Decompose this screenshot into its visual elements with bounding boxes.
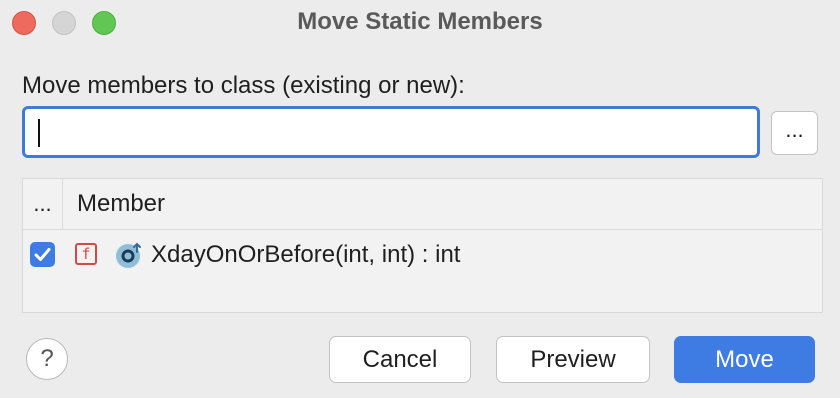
select-column-header[interactable]: ... <box>23 179 63 229</box>
final-icon: f <box>75 243 97 265</box>
dialog-title: Move Static Members <box>297 8 543 35</box>
browse-button[interactable]: ... <box>771 111 818 155</box>
help-button[interactable]: ? <box>26 338 68 380</box>
text-caret <box>38 119 40 147</box>
member-column-header[interactable]: Member <box>77 179 165 229</box>
target-class-input[interactable] <box>35 113 749 153</box>
table-header: ... Member <box>23 179 822 230</box>
static-method-icon <box>116 242 141 268</box>
member-signature: XdayOnOrBefore(int, int) : int <box>151 241 461 268</box>
target-class-label: Move members to class (existing or new): <box>22 72 465 99</box>
table-row[interactable]: f XdayOnOrBefore(int, int) : int <box>23 230 822 280</box>
members-table: ... Member f XdayOnOrBefore(int, int) : … <box>22 178 823 313</box>
cancel-button[interactable]: Cancel <box>329 336 471 383</box>
member-checkbox[interactable] <box>30 242 55 267</box>
move-button[interactable]: Move <box>674 336 815 383</box>
preview-button[interactable]: Preview <box>496 336 650 383</box>
title-bar: Move Static Members <box>0 0 840 46</box>
target-class-field[interactable] <box>22 106 760 158</box>
checkmark-icon <box>34 248 51 261</box>
